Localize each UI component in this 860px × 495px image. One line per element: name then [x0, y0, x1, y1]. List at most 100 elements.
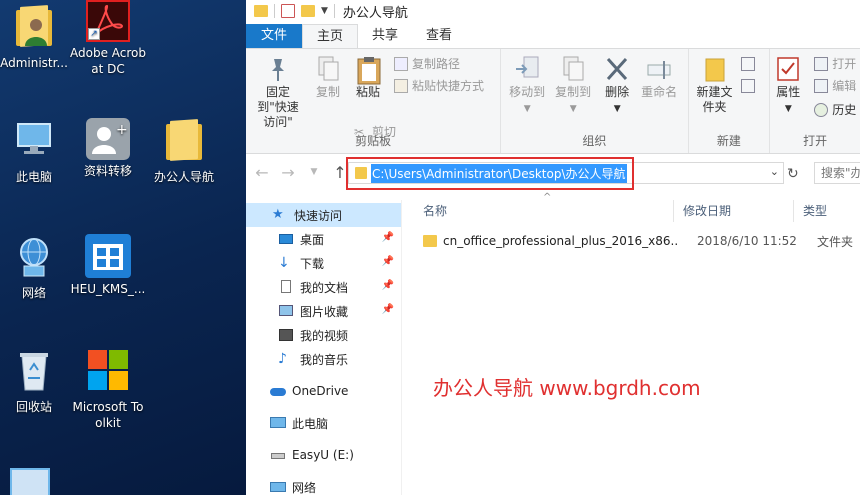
- videos-icon: [278, 327, 294, 343]
- star-icon: ★: [272, 207, 284, 222]
- pictures-icon: [278, 303, 294, 319]
- forward-arrow-icon[interactable]: →: [280, 163, 296, 182]
- window-title: 办公人导航: [342, 5, 408, 21]
- documents-icon: [278, 279, 294, 295]
- desktop-icon-label: 办公人导航: [153, 170, 214, 184]
- ribbon-group-organize: 移动到 ▼ 复制到 ▼ 删除 ▼ 重命名 组织: [501, 49, 689, 153]
- pin-icon[interactable]: 📌: [382, 232, 394, 243]
- pin-icon: [265, 55, 291, 83]
- copy-to-button[interactable]: 复制到 ▼: [553, 55, 593, 117]
- group-label-open: 打开: [803, 134, 828, 148]
- easy-access-icon[interactable]: [740, 79, 755, 93]
- nav-item-network[interactable]: 网络: [246, 475, 401, 495]
- column-divider[interactable]: [793, 200, 794, 222]
- tab-file[interactable]: 文件: [246, 24, 302, 48]
- column-header-type[interactable]: 类型: [803, 200, 827, 222]
- edit-button[interactable]: 编辑: [814, 77, 856, 94]
- nav-item-quick-access[interactable]: ★ 快速访问: [246, 203, 401, 227]
- desktop-icon-network[interactable]: 网络: [0, 234, 72, 301]
- desktop-icon-label: 回收站: [15, 400, 52, 414]
- copy-path-icon: [394, 56, 408, 71]
- music-icon: ♪: [278, 351, 287, 367]
- copy-path-button[interactable]: 复制路径: [394, 55, 460, 72]
- tab-view[interactable]: 查看: [412, 24, 466, 48]
- desktop-icon-office-nav-folder[interactable]: 办公人导航: [146, 118, 222, 185]
- move-to-icon: [514, 55, 540, 83]
- open-button[interactable]: 打开: [814, 55, 856, 72]
- pin-quick-access-button[interactable]: 固定到"快速访问": [252, 55, 304, 130]
- properties-quick-icon[interactable]: [281, 4, 295, 18]
- delete-button[interactable]: 删除 ▼: [601, 55, 633, 117]
- new-folder-button[interactable]: 新建文件夹: [693, 55, 737, 115]
- column-header-name[interactable]: 名称: [423, 200, 447, 222]
- back-arrow-icon[interactable]: ←: [254, 163, 270, 182]
- folder-icon: [423, 235, 437, 247]
- paste-button[interactable]: 粘贴: [350, 55, 386, 100]
- desktop-icon-recycle-bin[interactable]: 回收站: [0, 348, 72, 415]
- desktop-icon-data-transfer[interactable]: + 资料转移: [70, 118, 146, 179]
- desktop-icon-partial[interactable]: [10, 468, 50, 495]
- nav-item-easyu-drive[interactable]: EasyU (E:): [246, 443, 401, 467]
- svg-text:+: +: [116, 122, 128, 138]
- new-item-icon[interactable]: [740, 57, 755, 71]
- properties-button[interactable]: 属性 ▼: [772, 55, 804, 117]
- desktop-icon-label: Microsoft Toolkit: [72, 400, 144, 430]
- nav-item-videos[interactable]: 我的视频: [246, 323, 401, 347]
- ribbon-group-clipboard: 固定到"快速访问" 复制 粘贴 复制路径 粘贴快捷方式 ✂ 剪切 剪贴板: [246, 49, 502, 153]
- paste-shortcut-button[interactable]: 粘贴快捷方式: [394, 77, 484, 94]
- pin-icon[interactable]: 📌: [382, 256, 394, 267]
- column-divider[interactable]: [673, 200, 674, 222]
- move-to-button[interactable]: 移动到 ▼: [507, 55, 547, 117]
- file-name: cn_office_professional_plus_2016_x86...: [443, 234, 679, 248]
- desktop-icon-this-pc[interactable]: 此电脑: [0, 118, 72, 185]
- file-list: ^ 名称 修改日期 类型 cn_office_professional_plus…: [403, 192, 860, 495]
- chevron-down-icon[interactable]: ⌄: [770, 165, 779, 178]
- edit-icon: [814, 78, 829, 93]
- clipboard-icon: [355, 55, 381, 85]
- desktop-icon-heu-kms[interactable]: HEU_KMS_...: [70, 234, 146, 297]
- nav-item-desktop[interactable]: 桌面 📌: [246, 227, 401, 251]
- quick-access-dropdown-icon[interactable]: ▼: [321, 6, 328, 16]
- divider: [333, 4, 335, 18]
- refresh-icon[interactable]: ↻: [787, 166, 799, 182]
- rename-button[interactable]: 重命名: [639, 55, 679, 100]
- history-icon: [814, 102, 829, 117]
- desktop-icon-administrator[interactable]: Administr...: [0, 4, 72, 71]
- search-input[interactable]: 搜索"办: [814, 162, 860, 184]
- window-folder-icon: [254, 5, 268, 17]
- nav-item-this-pc[interactable]: 此电脑: [246, 411, 401, 435]
- desktop-icon-label: HEU_KMS_...: [70, 282, 146, 296]
- desktop-icon-microsoft-toolkit[interactable]: Microsoft Toolkit: [70, 348, 146, 431]
- column-header-modified[interactable]: 修改日期: [683, 200, 731, 222]
- group-label-new: 新建: [716, 134, 741, 148]
- address-highlight-box: [346, 157, 634, 190]
- folder-icon: [160, 118, 208, 166]
- network-globe-icon: [10, 234, 58, 282]
- recent-dropdown-icon[interactable]: ▼: [306, 167, 322, 177]
- pin-icon[interactable]: 📌: [382, 304, 394, 315]
- desktop-icon: [278, 231, 294, 247]
- shortcut-arrow-icon: ↗: [88, 28, 100, 40]
- heu-kms-icon: [85, 234, 131, 278]
- file-explorer-window: ▼ 办公人导航 文件 主页 共享 查看 固定到"快速访问" 复制 粘贴 复制路径…: [246, 0, 860, 495]
- copy-to-icon: [560, 55, 586, 83]
- pin-icon[interactable]: 📌: [382, 280, 394, 291]
- nav-item-onedrive[interactable]: OneDrive: [246, 379, 401, 403]
- copy-button[interactable]: 复制: [312, 55, 344, 100]
- desktop: Administr... ↗ Adobe Acrobat DC 此电脑 + 资料…: [0, 0, 246, 495]
- tab-share[interactable]: 共享: [358, 24, 412, 48]
- desktop-icon-acrobat[interactable]: ↗ Adobe Acrobat DC: [70, 0, 146, 77]
- drive-icon: [270, 447, 286, 463]
- nav-item-pictures[interactable]: 图片收藏 📌: [246, 299, 401, 323]
- desktop-icon-label: 资料转移: [83, 164, 132, 178]
- nav-item-music[interactable]: ♪ 我的音乐: [246, 347, 401, 371]
- tab-home[interactable]: 主页: [302, 24, 359, 48]
- history-button[interactable]: 历史: [814, 101, 856, 118]
- nav-item-documents[interactable]: 我的文档 📌: [246, 275, 401, 299]
- desktop-icon-label: Administr...: [0, 56, 68, 70]
- nav-item-downloads[interactable]: ↓ 下载 📌: [246, 251, 401, 275]
- file-row[interactable]: cn_office_professional_plus_2016_x86... …: [423, 230, 860, 252]
- delete-x-icon: [604, 55, 630, 83]
- file-type: 文件夹: [817, 234, 854, 249]
- new-folder-quick-icon[interactable]: [301, 5, 315, 17]
